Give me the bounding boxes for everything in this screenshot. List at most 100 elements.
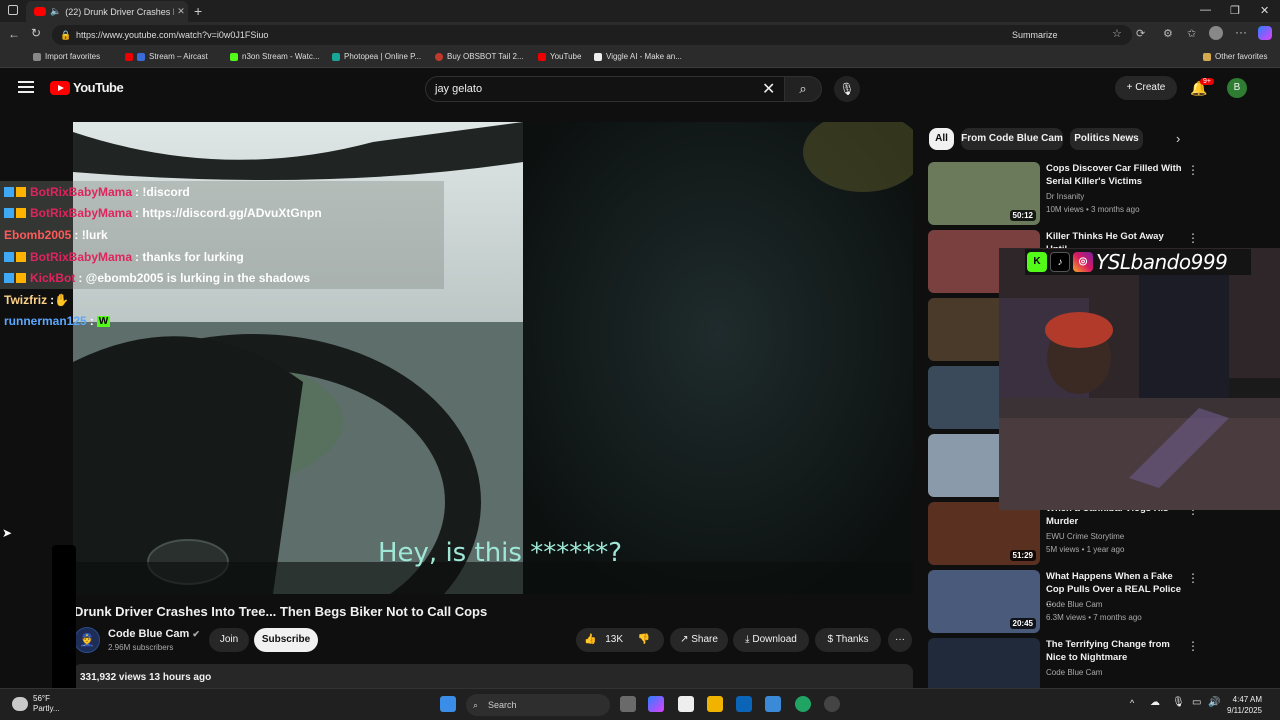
recommendation-thumbnail[interactable]: 20:45 xyxy=(928,570,1040,633)
channel-name[interactable]: Code Blue Cam ✔ xyxy=(108,628,200,640)
youtube-icon xyxy=(538,52,546,61)
extensions-icon[interactable]: ⟳ xyxy=(1136,27,1145,40)
join-button[interactable]: Join xyxy=(209,628,249,652)
weather-widget[interactable]: 56°F Partly... xyxy=(33,694,60,714)
recommendation-thumbnail[interactable]: 50:12 xyxy=(928,162,1040,225)
microphone-icon[interactable]: 🎙 xyxy=(1172,697,1185,708)
minimize-button[interactable]: — xyxy=(1200,4,1211,16)
more-actions-button[interactable]: ··· xyxy=(888,628,912,652)
sidebar-toggle-icon[interactable] xyxy=(8,5,18,15)
collections-icon[interactable]: ✩ xyxy=(1187,27,1196,40)
favorite-obsbot[interactable]: Buy OBSBOT Tail 2... xyxy=(435,52,524,61)
youtube-favicon-icon xyxy=(34,7,46,16)
chip-from-channel[interactable]: From Code Blue Cam xyxy=(961,128,1063,150)
webcam-frame xyxy=(999,248,1280,510)
summarize-button[interactable]: Summarize xyxy=(1012,30,1058,40)
search-input[interactable]: jay gelato xyxy=(425,76,785,102)
chat-badge-icon xyxy=(4,251,14,262)
edge-icon[interactable] xyxy=(795,696,811,712)
new-tab-button[interactable]: + xyxy=(194,3,202,19)
back-icon[interactable]: ← xyxy=(8,27,20,41)
recommendation-menu-icon[interactable]: ⋮ xyxy=(1187,163,1199,177)
url-field[interactable]: 🔒 https://www.youtube.com/watch?v=i0w0J1… xyxy=(52,25,1132,45)
channel-avatar[interactable]: 👮 xyxy=(74,627,100,653)
task-view-icon[interactable] xyxy=(620,696,636,712)
favorite-aircast[interactable]: Stream – Aircast xyxy=(125,52,208,61)
favorite-n3on[interactable]: n3on Stream - Watc... xyxy=(230,52,320,61)
favorite-viggle[interactable]: Viggle AI - Make an... xyxy=(594,52,682,61)
voice-search-button[interactable]: 🎙 xyxy=(834,76,860,102)
volume-icon[interactable]: 🔊 xyxy=(1208,697,1220,708)
thanks-button[interactable]: $ Thanks xyxy=(815,628,881,652)
chat-text: : !lurk xyxy=(74,227,108,242)
favorite-photopea[interactable]: Photopea | Online P... xyxy=(332,52,421,61)
video-title: Drunk Driver Crashes Into Tree... Then B… xyxy=(74,604,488,619)
system-clock[interactable]: 4:47 AM 9/11/2025 xyxy=(1222,694,1262,716)
close-window-button[interactable]: ✕ xyxy=(1260,4,1269,17)
recommendation-channel[interactable]: EWU Crime Storytime xyxy=(1046,532,1124,541)
chevron-up-icon[interactable]: ^ xyxy=(1130,698,1134,708)
favorite-label: Viggle AI - Make an... xyxy=(606,52,682,61)
chip-politics-news[interactable]: Politics News xyxy=(1070,128,1143,150)
display-icon[interactable]: ▭ xyxy=(1192,697,1201,708)
youtube-logo[interactable]: YouTube xyxy=(50,80,124,95)
mouse-cursor-icon: ➤ xyxy=(2,526,13,540)
recommendation-menu-icon[interactable]: ⋮ xyxy=(1187,231,1199,245)
favorite-star-icon[interactable]: ☆ xyxy=(1112,27,1122,40)
copilot-icon[interactable] xyxy=(1258,26,1272,40)
download-button[interactable]: ⤓ Download xyxy=(733,628,809,652)
account-avatar[interactable]: B xyxy=(1227,78,1247,98)
create-button[interactable]: + Create xyxy=(1115,76,1177,100)
photos-icon[interactable] xyxy=(765,696,781,712)
recommendation-title[interactable]: The Terrifying Change from Nice to Night… xyxy=(1046,638,1186,664)
folder-icon xyxy=(1203,52,1211,61)
profile-icon[interactable] xyxy=(1209,26,1223,40)
video-duration: 51:29 xyxy=(1009,550,1036,561)
other-favorites[interactable]: Other favorites xyxy=(1203,52,1267,61)
chat-message: runnerman125: W xyxy=(0,311,444,333)
recommendation-title[interactable]: Cops Discover Car Filled With Serial Kil… xyxy=(1046,162,1186,188)
menu-icon[interactable] xyxy=(18,81,34,93)
cloud-icon[interactable]: ☁ xyxy=(1150,697,1160,708)
search-button[interactable]: ⌕ xyxy=(784,76,822,102)
recommendation-menu-icon[interactable]: ⋮ xyxy=(1187,571,1199,585)
copilot-icon[interactable] xyxy=(648,696,664,712)
start-icon[interactable] xyxy=(440,696,456,712)
share-button[interactable]: ↗ Share xyxy=(670,628,728,652)
favorite-youtube[interactable]: YouTube xyxy=(538,52,581,61)
outlook-icon[interactable] xyxy=(736,696,752,712)
like-count[interactable]: 13K xyxy=(605,634,623,645)
recommendation-menu-icon[interactable]: ⋮ xyxy=(1187,639,1199,653)
mute-icon[interactable]: 🔈 xyxy=(50,6,61,17)
store-icon[interactable] xyxy=(678,696,694,712)
refresh-icon[interactable]: ↻ xyxy=(31,26,41,40)
chat-text: : @ebomb2005 is lurking in the shadows xyxy=(78,271,311,286)
recommendation-meta: 5M views • 1 year ago xyxy=(1046,545,1125,554)
windows-taskbar: 56°F Partly... ⌕ Search ^ ☁ 🎙 ▭ 🔊 4:47 A… xyxy=(0,688,1280,720)
file-explorer-icon[interactable] xyxy=(707,696,723,712)
dislike-icon[interactable]: 👎 xyxy=(638,634,650,645)
shield-icon[interactable]: ⚙ xyxy=(1163,27,1173,40)
recommendation-channel[interactable]: Code Blue Cam xyxy=(1046,668,1102,677)
chat-text: : !discord xyxy=(135,184,190,199)
chevron-right-icon[interactable]: › xyxy=(1176,131,1180,146)
browser-tab[interactable]: 🔈 (22) Drunk Driver Crashes Int ✕ xyxy=(26,1,188,22)
app-icon[interactable] xyxy=(824,696,840,712)
thanks-icon: $ xyxy=(827,634,836,645)
more-options-icon[interactable]: ··· xyxy=(1235,25,1247,39)
favorite-import[interactable]: Import favorites xyxy=(33,52,100,61)
recommendation-channel[interactable]: Code Blue Cam xyxy=(1046,600,1102,609)
streamer-handle: YSLbando999 xyxy=(1096,250,1228,274)
chip-all[interactable]: All xyxy=(929,128,954,150)
close-tab-icon[interactable]: ✕ xyxy=(174,6,188,17)
maximize-button[interactable]: ❐ xyxy=(1230,4,1240,17)
police-badge-icon: 👮 xyxy=(79,633,95,647)
like-icon[interactable]: 👍 xyxy=(584,634,596,645)
weather-icon[interactable] xyxy=(12,697,28,711)
recommendation-thumbnail[interactable]: 51:29 xyxy=(928,502,1040,565)
recommendation-channel[interactable]: Dr Insanity xyxy=(1046,192,1084,201)
clear-search-icon[interactable]: ✕ xyxy=(762,79,775,99)
taskbar-search[interactable]: ⌕ Search xyxy=(466,694,610,716)
w-emote-icon: W xyxy=(96,315,111,327)
subscribe-button[interactable]: Subscribe xyxy=(254,628,318,652)
